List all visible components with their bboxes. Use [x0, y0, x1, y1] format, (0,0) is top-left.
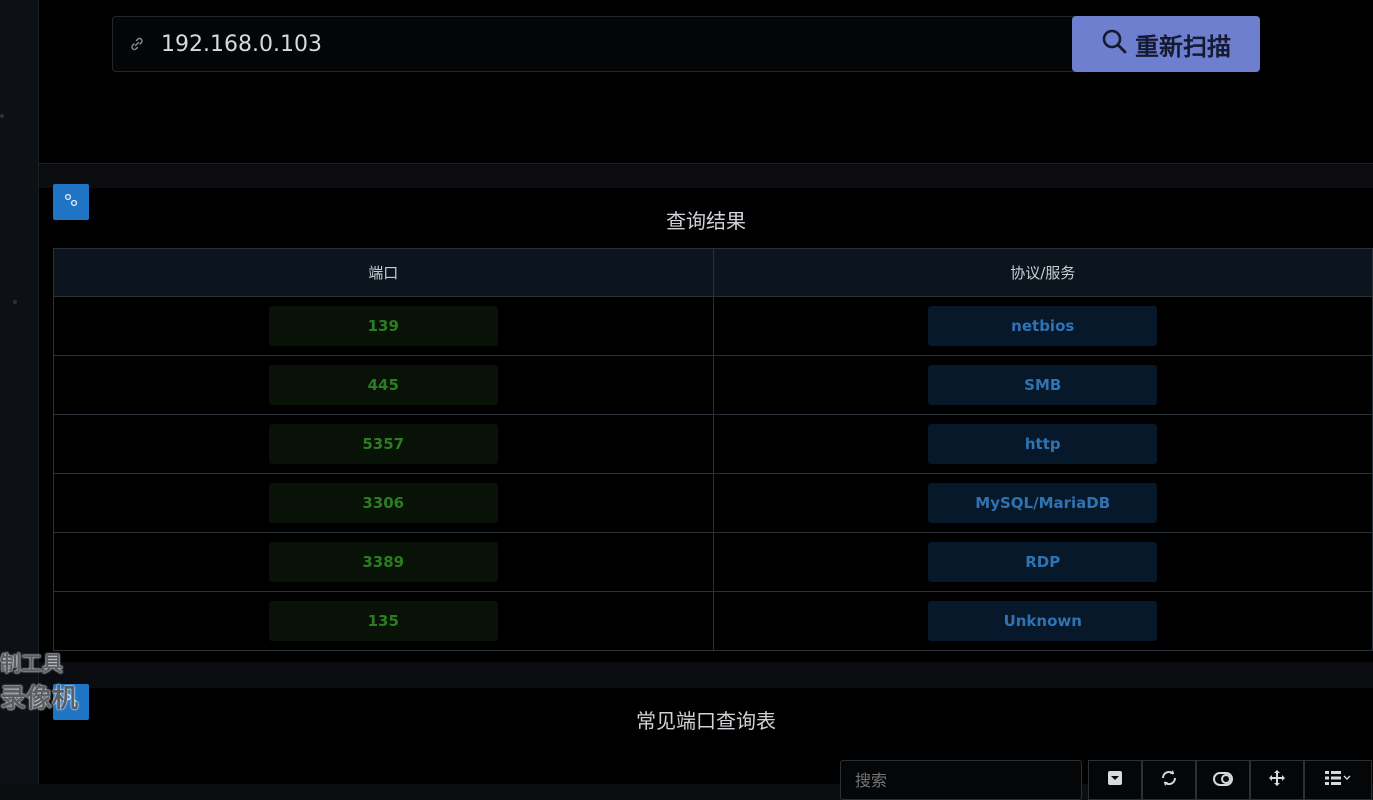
url-bar	[112, 16, 1074, 72]
url-input[interactable]	[161, 31, 1073, 57]
panel-gap	[39, 662, 1373, 688]
port-badge: 3389	[268, 542, 498, 582]
link-icon	[113, 36, 161, 52]
search-icon	[1101, 28, 1127, 60]
table-row: 139 netbios	[53, 296, 1373, 356]
refresh-icon	[1160, 769, 1178, 791]
move-icon	[1268, 769, 1286, 791]
port-badge: 135	[268, 601, 498, 641]
query-result-panel: 查询结果 端口 协议/服务 139 netbios 445 SMB 5357 h…	[39, 184, 1373, 662]
panel-gap	[39, 164, 1373, 188]
refresh-button[interactable]	[1142, 760, 1196, 800]
toggle-icon	[1213, 771, 1233, 790]
decor-dot	[13, 300, 17, 304]
result-table: 端口 协议/服务 139 netbios 445 SMB 5357 http 3…	[53, 248, 1373, 651]
port-badge: 3306	[268, 483, 498, 523]
table-row: 3389 RDP	[53, 532, 1373, 592]
rescan-button[interactable]: 重新扫描	[1072, 16, 1260, 72]
table-row: 5357 http	[53, 414, 1373, 474]
watermark-line-2: 录像机	[0, 684, 79, 714]
service-badge: netbios	[928, 306, 1158, 346]
common-ports-title: 常见端口查询表	[636, 709, 776, 733]
column-header-port[interactable]: 端口	[53, 248, 714, 297]
table-search-input[interactable]	[840, 760, 1082, 800]
port-badge: 445	[268, 365, 498, 405]
watermark-line-1: 制工具	[0, 652, 63, 676]
dropdown-box-icon	[1107, 770, 1123, 790]
export-dropdown-button[interactable]	[1088, 760, 1142, 800]
decor-dot	[0, 114, 4, 118]
service-badge: RDP	[928, 542, 1158, 582]
toggle-view-button[interactable]	[1196, 760, 1250, 800]
service-badge: SMB	[928, 365, 1158, 405]
table-row: 445 SMB	[53, 355, 1373, 415]
service-badge: Unknown	[928, 601, 1158, 641]
scan-input-panel: 重新扫描	[39, 0, 1373, 164]
fullscreen-button[interactable]	[1250, 760, 1304, 800]
columns-dropdown-button[interactable]	[1304, 760, 1372, 800]
rescan-button-label: 重新扫描	[1135, 32, 1231, 61]
table-row: 3306 MySQL/MariaDB	[53, 473, 1373, 533]
list-icon	[1324, 770, 1352, 790]
table-row: 135 Unknown	[53, 591, 1373, 651]
service-badge: MySQL/MariaDB	[928, 483, 1158, 523]
service-badge: http	[928, 424, 1158, 464]
port-badge: 5357	[268, 424, 498, 464]
common-ports-panel: 常见端口查询表	[39, 684, 1373, 800]
port-badge: 139	[268, 306, 498, 346]
result-panel-title: 查询结果	[666, 209, 746, 233]
column-header-service[interactable]: 协议/服务	[712, 248, 1373, 297]
